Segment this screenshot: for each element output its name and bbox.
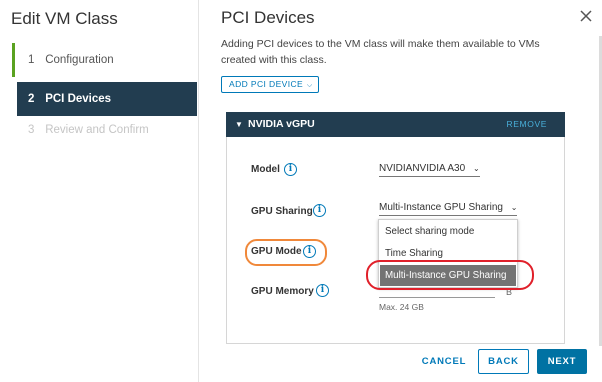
step-pci-devices[interactable]: 2 PCI Devices <box>17 82 197 116</box>
add-pci-device-label: ADD PCI DEVICE <box>229 79 304 89</box>
model-select[interactable]: NVIDIANVIDIA A30 ⌄ <box>379 163 480 177</box>
next-button[interactable]: NEXT <box>537 349 587 374</box>
wizard-sidebar: Edit VM Class 1 Configuration 2 PCI Devi… <box>0 0 199 382</box>
gpu-sharing-value: Multi-Instance GPU Sharing <box>379 202 503 213</box>
chevron-down-icon: ⌵ <box>306 82 313 89</box>
gpu-memory-input[interactable] <box>379 297 495 298</box>
gpu-memory-label: GPU Memory <box>251 286 314 297</box>
step-label: Configuration <box>45 54 114 66</box>
option-select-sharing-mode[interactable]: Select sharing mode <box>380 221 516 242</box>
cancel-button[interactable]: CANCEL <box>418 349 470 374</box>
gpu-mode-highlight <box>245 239 327 266</box>
card-title: NVIDIA vGPU <box>248 118 315 130</box>
wizard-title: Edit VM Class <box>11 9 118 28</box>
page-title: PCI Devices <box>221 8 315 27</box>
info-icon[interactable]: i <box>313 204 326 217</box>
chevron-down-icon: ⌄ <box>510 203 518 212</box>
info-icon[interactable]: i <box>316 284 329 297</box>
pci-device-card-header: ▼ NVIDIA vGPU REMOVE <box>226 112 565 137</box>
step-label: PCI Devices <box>45 93 112 105</box>
close-icon[interactable] <box>578 8 594 24</box>
collapse-chevron-icon[interactable]: ▼ <box>235 112 243 137</box>
model-label: Model <box>251 164 280 175</box>
chevron-down-icon: ⌄ <box>472 164 480 173</box>
step-review-and-confirm[interactable]: 3 Review and Confirm <box>12 113 197 147</box>
step-number: 1 <box>28 54 35 66</box>
step-number: 2 <box>28 93 35 105</box>
gpu-sharing-label: GPU Sharing <box>251 206 313 217</box>
gpu-memory-hint: Max. 24 GB <box>379 302 424 312</box>
back-button[interactable]: BACK <box>478 349 529 374</box>
step-label: Review and Confirm <box>45 124 149 136</box>
remove-button[interactable]: REMOVE <box>507 112 547 137</box>
page-description: Adding PCI devices to the VM class will … <box>221 38 540 66</box>
selected-option-highlight <box>366 260 534 290</box>
gpu-sharing-select[interactable]: Multi-Instance GPU Sharing ⌄ <box>379 202 518 216</box>
step-number: 3 <box>28 124 35 136</box>
info-icon[interactable]: i <box>284 163 297 176</box>
model-value: NVIDIANVIDIA A30 <box>379 163 466 174</box>
step-configuration[interactable]: 1 Configuration <box>12 43 197 77</box>
add-pci-device-button[interactable]: ADD PCI DEVICE ⌵ <box>221 76 319 93</box>
